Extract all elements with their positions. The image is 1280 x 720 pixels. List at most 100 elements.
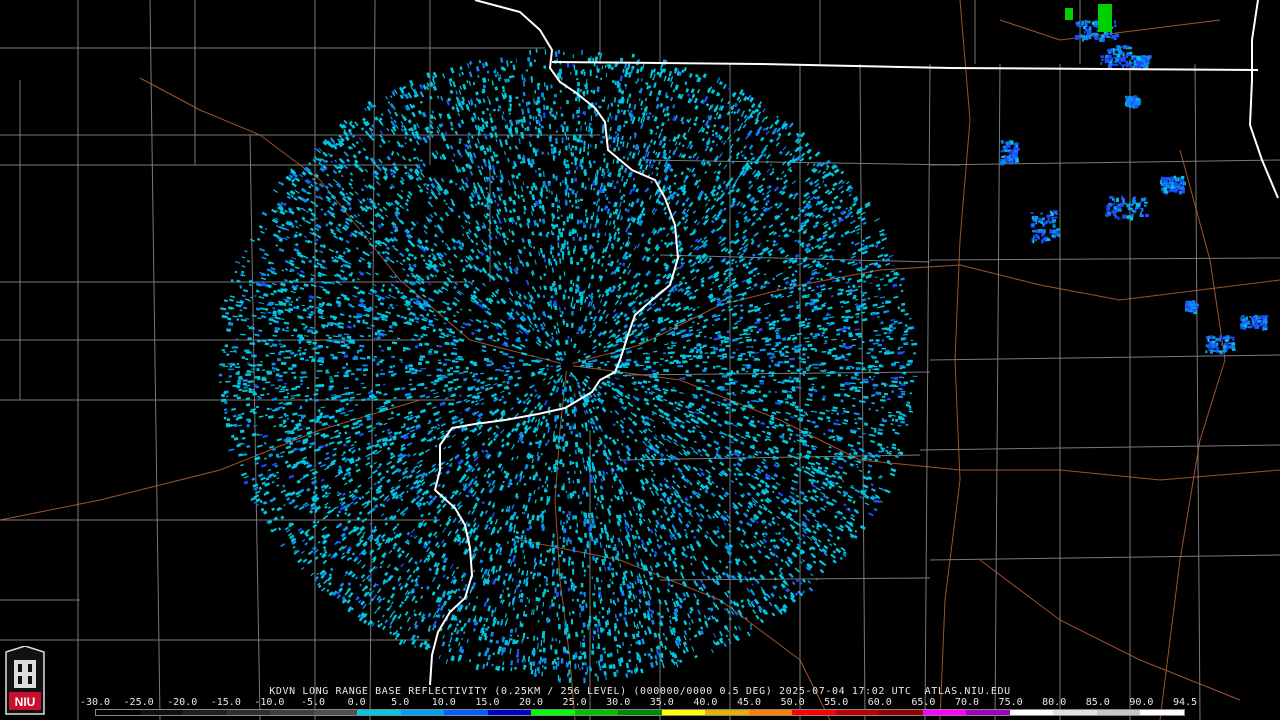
echo-pixel <box>449 367 453 370</box>
echo-pixel <box>576 598 580 602</box>
echo-pixel <box>242 379 248 382</box>
echo-pixel <box>556 612 559 617</box>
echo-pixel <box>758 390 761 394</box>
echo-pixel <box>575 529 579 534</box>
echo-pixel <box>388 370 394 374</box>
echo-pixel <box>378 391 382 395</box>
echo-pixel <box>265 307 269 311</box>
echo-pixel <box>289 350 292 352</box>
echo-pixel <box>329 376 333 378</box>
echo-pixel <box>702 361 708 364</box>
echo-pixel <box>578 236 582 242</box>
echo-pixel <box>363 374 367 376</box>
echo-pixel <box>219 381 222 384</box>
echo-pixel <box>546 364 549 368</box>
echo-pixel <box>378 345 382 348</box>
echo-pixel <box>291 364 297 367</box>
echo-pixel <box>569 287 573 292</box>
echo-pixel <box>604 363 608 366</box>
echo-pixel <box>579 537 583 543</box>
echo-pixel <box>554 224 558 228</box>
echo-pixel <box>576 219 580 225</box>
echo-pixel <box>826 374 831 377</box>
echo-pixel <box>582 638 585 642</box>
echo-pixel <box>561 418 564 422</box>
echo-pixel <box>572 568 575 575</box>
echo-pixel <box>559 536 561 539</box>
echo-pixel <box>567 477 571 481</box>
echo-pixel <box>279 345 284 348</box>
echo-pixel <box>589 134 592 137</box>
echo-pixel <box>575 199 578 204</box>
echo-pixel <box>567 587 570 592</box>
echo-pixel <box>244 349 250 352</box>
echo-pixel <box>583 221 585 225</box>
echo-pixel <box>229 351 235 353</box>
echo-pixel <box>291 371 296 374</box>
echo-pixel <box>529 133 533 137</box>
echo-pixel <box>787 369 791 372</box>
echo-pixel <box>807 343 813 347</box>
echo-pixel <box>552 173 555 179</box>
echo-pixel <box>758 398 762 401</box>
echo-pixel <box>533 673 537 677</box>
echo-pixel <box>562 180 564 183</box>
echo-pixel <box>744 358 749 361</box>
echo-pixel <box>861 340 865 344</box>
echo-pixel <box>561 137 564 144</box>
echo-pixel <box>891 390 894 393</box>
echo-pixel <box>574 170 577 174</box>
echo-pixel <box>578 199 580 203</box>
echo-pixel <box>821 385 825 389</box>
echo-pixel <box>575 206 578 209</box>
echo-pixel <box>898 376 905 379</box>
echo-pixel <box>752 371 757 374</box>
echo-pixel <box>584 532 588 538</box>
echo-pixel <box>557 235 560 239</box>
echo-pixel <box>238 388 243 391</box>
echo-pixel <box>597 618 600 623</box>
echo-pixel <box>299 357 305 361</box>
echo-pixel <box>538 167 541 171</box>
echo-pixel <box>773 379 777 382</box>
echo-pixel <box>272 344 276 347</box>
echo-pixel <box>559 640 561 644</box>
echo-pixel <box>551 540 554 547</box>
echo-pixel <box>316 370 323 372</box>
echo-pixel <box>760 370 764 373</box>
echo-pixel <box>731 391 735 395</box>
echo-pixel <box>581 666 584 670</box>
echo-pixel <box>261 377 267 381</box>
echo-pixel <box>751 356 755 358</box>
echo-pixel <box>509 634 513 637</box>
echo-pixel <box>897 347 901 350</box>
echo-pixel <box>602 647 606 651</box>
echo-pixel <box>544 509 547 513</box>
echo-pixel <box>564 239 566 245</box>
echo-pixel <box>566 100 569 104</box>
echo-pixel <box>552 533 555 538</box>
echo-pixel <box>345 371 349 374</box>
echo-pixel <box>502 365 507 368</box>
echo-pixel <box>571 204 574 208</box>
echo-pixel <box>711 379 715 383</box>
echo-pixel <box>554 51 558 57</box>
echo-pixel <box>565 191 568 197</box>
echo-pixel <box>223 408 228 411</box>
echo-pixel <box>589 144 592 148</box>
echo-pixel <box>837 373 842 377</box>
echo-pixel <box>354 377 359 381</box>
echo-pixel <box>873 387 876 390</box>
echo-pixel <box>612 79 615 84</box>
echo-pixel <box>555 130 558 133</box>
echo-pixel <box>910 380 915 383</box>
echo-pixel <box>451 359 455 363</box>
echo-pixel <box>742 364 748 366</box>
echo-pixel <box>619 57 624 62</box>
echo-pixel <box>234 351 237 353</box>
echo-pixel <box>572 113 575 119</box>
echo-pixel <box>437 359 441 361</box>
echo-pixel <box>828 348 833 352</box>
echo-pixel <box>282 344 286 348</box>
echo-pixel <box>581 662 585 666</box>
